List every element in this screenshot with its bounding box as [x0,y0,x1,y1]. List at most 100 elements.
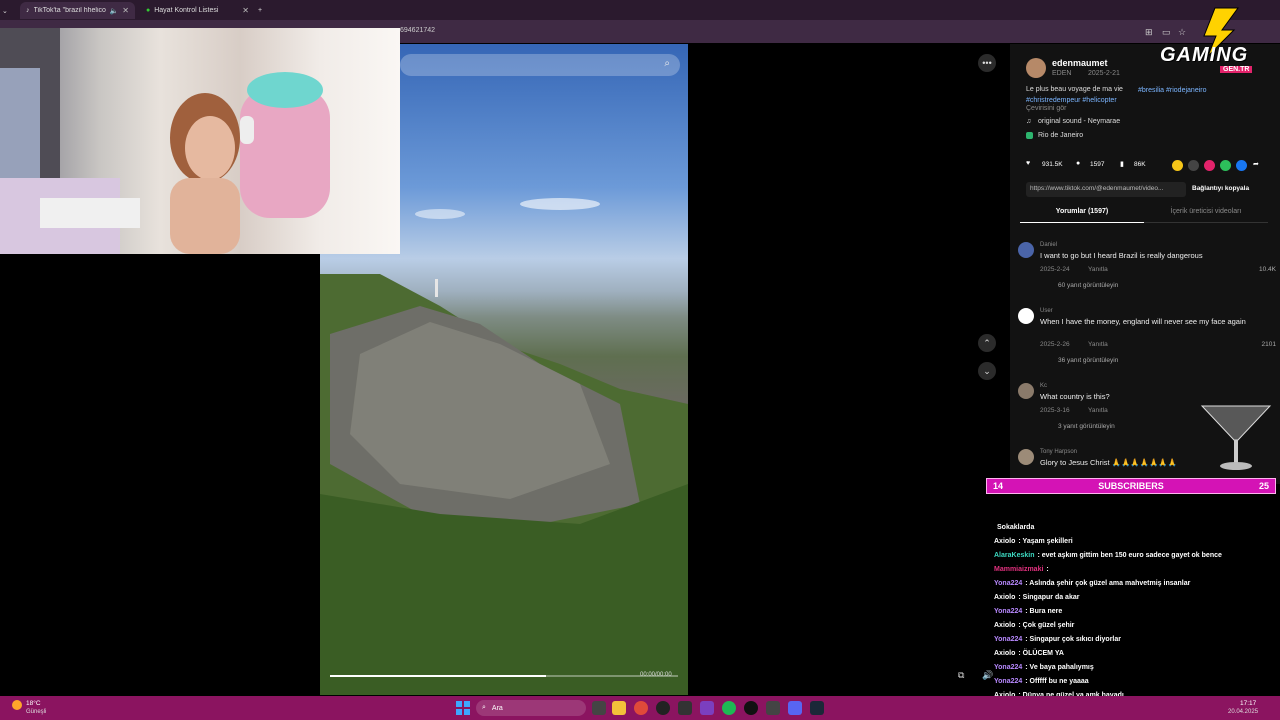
app-icon-2[interactable] [700,701,714,715]
share-tiktok-icon[interactable] [1204,160,1215,171]
chat-text: : Offfff bu ne yaaaa [1025,678,1089,685]
like-count: 931.5K [1042,161,1063,168]
chat-message: Yona224: Singapur çok sıkıcı diyorlar [994,636,1121,643]
comment-user[interactable]: Kc [1040,383,1047,389]
video-progress-bar[interactable] [330,675,678,677]
search-bar[interactable]: ⌕ [400,54,680,76]
bookmark-icon[interactable]: ▮ [1120,160,1124,168]
stream-chat: Sokaklarda Axiolo: Yaşam şekilleri AlaraKe… [994,496,1280,720]
view-replies[interactable]: 36 yanıt görüntüleyin [1058,357,1118,364]
streamer-image [0,28,330,254]
translate-icon[interactable]: ⊞ [1145,27,1153,38]
mute-icon[interactable]: 🔈 [110,7,119,15]
comment-likes[interactable]: 2101 [1262,341,1276,348]
view-replies[interactable]: 60 yanıt görüntüleyin [1058,282,1118,289]
comment-user[interactable]: Tony Harpson [1040,449,1077,455]
search-icon[interactable]: ⌕ [664,58,670,69]
mini-player-icon[interactable]: ⧉ [958,670,964,681]
comment-user[interactable]: User [1040,308,1053,314]
chat-username[interactable]: Yona224 [994,636,1022,643]
translate-link[interactable]: Çevirisini gör [1026,105,1066,112]
avatar[interactable] [1018,308,1034,324]
obs-icon[interactable] [656,701,670,715]
url-text: 694621742 [400,27,436,34]
tab-tiktok[interactable]: ♪ TikTok'ta "brazil hhelicopter" 🔈 ✕ [20,2,135,19]
reply-link[interactable]: Yanıtla [1088,341,1108,348]
chat-text: : Singapur da akar [1018,594,1080,601]
reply-link[interactable]: Yanıtla [1088,407,1108,414]
sound-name[interactable]: original sound - Neymarae [1038,118,1120,125]
tab-comments[interactable]: Yorumlar (1597) [1020,208,1144,215]
comment-item: Kc What country is this? 2025-3-16 Yanıt… [1018,383,1188,433]
weather-icon[interactable] [12,700,22,710]
comment-user[interactable]: Daniel [1040,242,1057,248]
facebook-icon[interactable] [1236,160,1247,171]
webcam-overlay [0,28,400,254]
chat-message: Yona224: Bura nere [994,608,1062,615]
copy-link-button[interactable]: Bağlantıyı kopyala [1188,182,1258,197]
avatar[interactable] [1026,58,1046,78]
steam-icon[interactable] [810,701,824,715]
chat-username[interactable]: Axiolo [994,538,1015,545]
chat-message: Axiolo: Çok güzel şehir [994,622,1074,629]
chrome-icon[interactable] [634,701,648,715]
video-link[interactable]: https://www.tiktok.com/@edenmaumet/video… [1026,182,1186,197]
video-time: 00:00/00:00 [640,672,672,678]
comment-icon[interactable]: ● [1076,160,1080,167]
comment-date: 2025-3-16 [1040,407,1070,414]
taskbar-search[interactable]: ⌕ Ara [476,700,586,716]
post-username[interactable]: edenmaumet [1052,58,1108,68]
chat-username[interactable]: Axiolo [994,622,1015,629]
avatar[interactable] [1018,242,1034,258]
chat-username[interactable]: Yona224 [994,678,1022,685]
new-tab-button[interactable]: + [258,2,272,19]
coin-icon[interactable] [1172,160,1183,171]
spotify-icon[interactable] [722,701,736,715]
chat-username[interactable]: AlaraKeskin [994,552,1034,559]
more-options-button[interactable]: ••• [978,54,996,72]
chat-username[interactable]: Axiolo [994,594,1015,601]
comment-likes[interactable]: 10.4K [1259,266,1276,273]
app-icon[interactable] [678,701,692,715]
close-icon[interactable]: ✕ [122,6,129,15]
volume-icon[interactable]: 🔊 [982,670,993,681]
post-hashtags[interactable]: #bresilia #riodejaneiro #christredempeur… [1026,86,1216,106]
heart-icon[interactable]: ♥ [1026,160,1030,167]
search-icon: ⌕ [482,704,486,711]
location-name[interactable]: Rio de Janeiro [1038,132,1083,139]
start-icon[interactable] [456,701,470,715]
chat-text: : ÖLÜCEM YA [1018,650,1064,657]
tab-search-icon[interactable]: ⌄ [2,2,16,19]
chat-message: Axiolo: Singapur da akar [994,594,1079,601]
tab-title: TikTok'ta "brazil hhelicopter" [33,7,106,14]
sub-label: SUBSCRIBERS [1098,481,1164,491]
chat-message: Axiolo: ÖLÜCEM YA [994,650,1064,657]
next-video-button[interactable]: ⌄ [978,362,996,380]
whatsapp-icon[interactable] [1220,160,1231,171]
reply-link[interactable]: Yanıtla [1088,266,1108,273]
app-icon-4[interactable] [766,701,780,715]
tab-creator-videos[interactable]: İçerik üreticisi videoları [1144,208,1268,215]
view-replies[interactable]: 3 yanıt görüntüleyin [1058,423,1115,430]
prev-video-button[interactable]: ⌃ [978,334,996,352]
chat-message: Yona224: Ve baya pahalıymış [994,664,1094,671]
chat-text: : [1046,566,1049,573]
chat-username[interactable]: Mammiaizmaki [994,566,1043,573]
clock-date: 20.04.2025 [1228,709,1259,715]
file-explorer-icon[interactable] [612,701,626,715]
share-arrow-icon[interactable]: ➦ [1253,160,1259,168]
avatar[interactable] [1018,383,1034,399]
comment-item: User When I have the money, england will… [1018,308,1276,368]
embed-icon[interactable] [1188,160,1199,171]
chat-username[interactable]: Yona224 [994,608,1022,615]
chat-username[interactable]: Yona224 [994,664,1022,671]
chat-username[interactable]: Yona224 [994,580,1022,587]
app-icon-3[interactable] [744,701,758,715]
task-view-icon[interactable] [592,701,606,715]
tab-checklist[interactable]: ● Hayat Kontrol Listesi ✕ [140,2,255,19]
discord-icon[interactable] [788,701,802,715]
close-icon[interactable]: ✕ [242,6,249,15]
chat-username[interactable]: Axiolo [994,650,1015,657]
sub-count-goal: 25 [1258,481,1269,491]
avatar[interactable] [1018,449,1034,465]
